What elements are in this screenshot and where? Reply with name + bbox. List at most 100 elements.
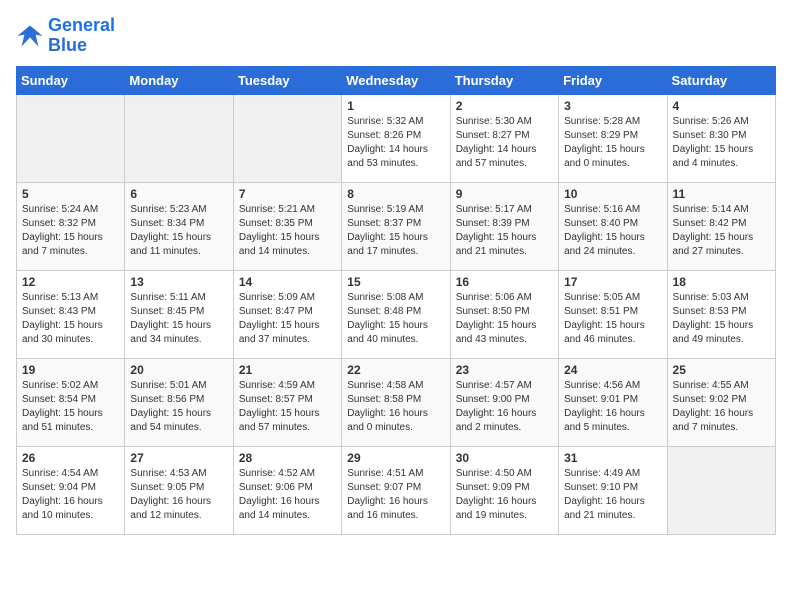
day-info: Sunrise: 5:09 AM Sunset: 8:47 PM Dayligh…: [239, 291, 336, 347]
calendar-cell: 30 Sunrise: 4:50 AM Sunset: 9:09 PM Dayli…: [450, 446, 558, 534]
day-number: 31: [564, 451, 661, 465]
day-info: Sunrise: 5:26 AM Sunset: 8:30 PM Dayligh…: [673, 115, 770, 171]
day-info: Sunrise: 5:19 AM Sunset: 8:37 PM Dayligh…: [347, 203, 444, 259]
day-info: Sunrise: 4:54 AM Sunset: 9:04 PM Dayligh…: [22, 467, 119, 523]
calendar-cell: 17 Sunrise: 5:05 AM Sunset: 8:51 PM Dayli…: [559, 270, 667, 358]
calendar-header-row: SundayMondayTuesdayWednesdayThursdayFrid…: [17, 66, 776, 94]
day-info: Sunrise: 4:49 AM Sunset: 9:10 PM Dayligh…: [564, 467, 661, 523]
day-info: Sunrise: 5:13 AM Sunset: 8:43 PM Dayligh…: [22, 291, 119, 347]
day-header-saturday: Saturday: [667, 66, 775, 94]
calendar-cell: 3 Sunrise: 5:28 AM Sunset: 8:29 PM Daylig…: [559, 94, 667, 182]
calendar-cell: 8 Sunrise: 5:19 AM Sunset: 8:37 PM Daylig…: [342, 182, 450, 270]
day-header-wednesday: Wednesday: [342, 66, 450, 94]
day-number: 17: [564, 275, 661, 289]
calendar-cell: [125, 94, 233, 182]
day-info: Sunrise: 5:17 AM Sunset: 8:39 PM Dayligh…: [456, 203, 553, 259]
calendar-cell: 9 Sunrise: 5:17 AM Sunset: 8:39 PM Daylig…: [450, 182, 558, 270]
calendar-cell: 13 Sunrise: 5:11 AM Sunset: 8:45 PM Dayli…: [125, 270, 233, 358]
calendar-week-row: 19 Sunrise: 5:02 AM Sunset: 8:54 PM Dayli…: [17, 358, 776, 446]
calendar-cell: 22 Sunrise: 4:58 AM Sunset: 8:58 PM Dayli…: [342, 358, 450, 446]
day-number: 2: [456, 99, 553, 113]
day-info: Sunrise: 4:53 AM Sunset: 9:05 PM Dayligh…: [130, 467, 227, 523]
day-info: Sunrise: 5:02 AM Sunset: 8:54 PM Dayligh…: [22, 379, 119, 435]
calendar-week-row: 1Sunrise: 5:32 AM Sunset: 8:26 PM Daylig…: [17, 94, 776, 182]
calendar-cell: 14 Sunrise: 5:09 AM Sunset: 8:47 PM Dayli…: [233, 270, 341, 358]
day-number: 26: [22, 451, 119, 465]
day-number: 11: [673, 187, 770, 201]
day-number: 30: [456, 451, 553, 465]
day-number: 6: [130, 187, 227, 201]
day-info: Sunrise: 4:52 AM Sunset: 9:06 PM Dayligh…: [239, 467, 336, 523]
calendar-cell: 1Sunrise: 5:32 AM Sunset: 8:26 PM Daylig…: [342, 94, 450, 182]
day-info: Sunrise: 4:57 AM Sunset: 9:00 PM Dayligh…: [456, 379, 553, 435]
day-number: 23: [456, 363, 553, 377]
day-info: Sunrise: 5:30 AM Sunset: 8:27 PM Dayligh…: [456, 115, 553, 171]
day-info: Sunrise: 5:23 AM Sunset: 8:34 PM Dayligh…: [130, 203, 227, 259]
day-info: Sunrise: 4:56 AM Sunset: 9:01 PM Dayligh…: [564, 379, 661, 435]
logo: General Blue: [16, 16, 115, 56]
day-number: 20: [130, 363, 227, 377]
day-info: Sunrise: 5:01 AM Sunset: 8:56 PM Dayligh…: [130, 379, 227, 435]
calendar-cell: [233, 94, 341, 182]
calendar-week-row: 5 Sunrise: 5:24 AM Sunset: 8:32 PM Daylig…: [17, 182, 776, 270]
calendar-cell: 18 Sunrise: 5:03 AM Sunset: 8:53 PM Dayli…: [667, 270, 775, 358]
calendar-cell: 27Sunrise: 4:53 AM Sunset: 9:05 PM Dayli…: [125, 446, 233, 534]
calendar-cell: 20 Sunrise: 5:01 AM Sunset: 8:56 PM Dayli…: [125, 358, 233, 446]
day-number: 28: [239, 451, 336, 465]
calendar-cell: 19 Sunrise: 5:02 AM Sunset: 8:54 PM Dayli…: [17, 358, 125, 446]
day-info: Sunrise: 5:21 AM Sunset: 8:35 PM Dayligh…: [239, 203, 336, 259]
calendar-cell: 2 Sunrise: 5:30 AM Sunset: 8:27 PM Daylig…: [450, 94, 558, 182]
day-number: 18: [673, 275, 770, 289]
day-number: 5: [22, 187, 119, 201]
day-number: 7: [239, 187, 336, 201]
day-number: 22: [347, 363, 444, 377]
calendar-cell: 10Sunrise: 5:16 AM Sunset: 8:40 PM Dayli…: [559, 182, 667, 270]
calendar-cell: 12Sunrise: 5:13 AM Sunset: 8:43 PM Dayli…: [17, 270, 125, 358]
day-number: 14: [239, 275, 336, 289]
day-info: Sunrise: 4:59 AM Sunset: 8:57 PM Dayligh…: [239, 379, 336, 435]
calendar-cell: 25 Sunrise: 4:55 AM Sunset: 9:02 PM Dayli…: [667, 358, 775, 446]
day-info: Sunrise: 5:14 AM Sunset: 8:42 PM Dayligh…: [673, 203, 770, 259]
day-number: 9: [456, 187, 553, 201]
day-number: 16: [456, 275, 553, 289]
calendar-cell: 24 Sunrise: 4:56 AM Sunset: 9:01 PM Dayli…: [559, 358, 667, 446]
day-number: 25: [673, 363, 770, 377]
logo-icon: [16, 22, 44, 50]
day-number: 24: [564, 363, 661, 377]
calendar-cell: 4 Sunrise: 5:26 AM Sunset: 8:30 PM Daylig…: [667, 94, 775, 182]
day-info: Sunrise: 5:05 AM Sunset: 8:51 PM Dayligh…: [564, 291, 661, 347]
day-info: Sunrise: 5:11 AM Sunset: 8:45 PM Dayligh…: [130, 291, 227, 347]
day-info: Sunrise: 5:32 AM Sunset: 8:26 PM Dayligh…: [347, 115, 444, 171]
calendar-cell: 31 Sunrise: 4:49 AM Sunset: 9:10 PM Dayli…: [559, 446, 667, 534]
calendar-cell: 28 Sunrise: 4:52 AM Sunset: 9:06 PM Dayli…: [233, 446, 341, 534]
day-number: 4: [673, 99, 770, 113]
page-header: General Blue: [16, 16, 776, 56]
day-header-sunday: Sunday: [17, 66, 125, 94]
calendar-cell: 26 Sunrise: 4:54 AM Sunset: 9:04 PM Dayli…: [17, 446, 125, 534]
day-header-tuesday: Tuesday: [233, 66, 341, 94]
day-info: Sunrise: 4:50 AM Sunset: 9:09 PM Dayligh…: [456, 467, 553, 523]
calendar-table: SundayMondayTuesdayWednesdayThursdayFrid…: [16, 66, 776, 535]
day-number: 19: [22, 363, 119, 377]
day-number: 15: [347, 275, 444, 289]
day-info: Sunrise: 5:06 AM Sunset: 8:50 PM Dayligh…: [456, 291, 553, 347]
day-info: Sunrise: 5:24 AM Sunset: 8:32 PM Dayligh…: [22, 203, 119, 259]
day-info: Sunrise: 4:55 AM Sunset: 9:02 PM Dayligh…: [673, 379, 770, 435]
day-header-thursday: Thursday: [450, 66, 558, 94]
day-info: Sunrise: 5:03 AM Sunset: 8:53 PM Dayligh…: [673, 291, 770, 347]
calendar-cell: 11 Sunrise: 5:14 AM Sunset: 8:42 PM Dayli…: [667, 182, 775, 270]
day-number: 3: [564, 99, 661, 113]
calendar-cell: 5 Sunrise: 5:24 AM Sunset: 8:32 PM Daylig…: [17, 182, 125, 270]
calendar-cell: 21 Sunrise: 4:59 AM Sunset: 8:57 PM Dayli…: [233, 358, 341, 446]
day-number: 21: [239, 363, 336, 377]
calendar-cell: 15Sunrise: 5:08 AM Sunset: 8:48 PM Dayli…: [342, 270, 450, 358]
calendar-cell: 6 Sunrise: 5:23 AM Sunset: 8:34 PM Daylig…: [125, 182, 233, 270]
day-info: Sunrise: 5:28 AM Sunset: 8:29 PM Dayligh…: [564, 115, 661, 171]
logo-text: General Blue: [48, 16, 115, 56]
day-number: 13: [130, 275, 227, 289]
day-number: 29: [347, 451, 444, 465]
day-number: 8: [347, 187, 444, 201]
day-info: Sunrise: 4:58 AM Sunset: 8:58 PM Dayligh…: [347, 379, 444, 435]
calendar-cell: 7 Sunrise: 5:21 AM Sunset: 8:35 PM Daylig…: [233, 182, 341, 270]
calendar-week-row: 26 Sunrise: 4:54 AM Sunset: 9:04 PM Dayli…: [17, 446, 776, 534]
